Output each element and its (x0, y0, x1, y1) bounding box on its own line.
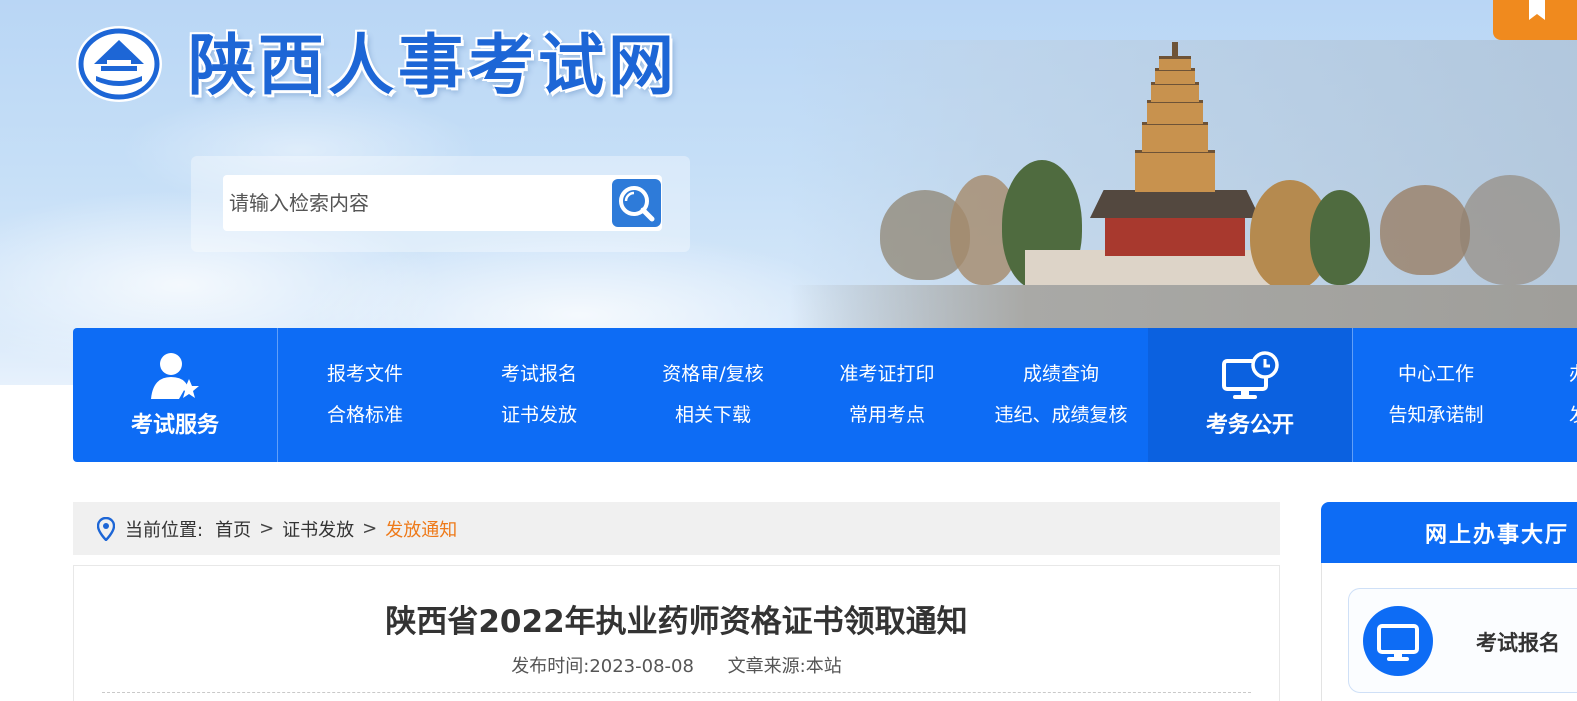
article-source: 文章来源:本站 (727, 656, 842, 677)
breadcrumb: 当前位置: 首页 > 证书发放 > 发放通知 (73, 502, 1280, 555)
site-title: 陕西人事考试网 (188, 27, 678, 104)
monitor-icon (1363, 606, 1433, 676)
location-pin-icon (97, 516, 115, 541)
bookmark-icon (1529, 0, 1545, 20)
breadcrumb-separator: > (362, 518, 378, 539)
nav-link-exam-registration[interactable]: 考试报名 (501, 362, 577, 386)
article-title: 陕西省2022年执业药师资格证书领取通知 (385, 604, 968, 640)
nav-exam-affairs[interactable]: 考务公开 (1148, 328, 1352, 462)
nav-link-commitment-system[interactable]: 告知承诺制 (1388, 403, 1483, 427)
search-button[interactable] (612, 179, 661, 227)
main-navigation: 考试服务 报考文件 考试报名 资格审/复核 准考证打印 成绩查询 合格标准 证书… (73, 328, 1577, 462)
nav-exam-services[interactable]: 考试服务 (73, 328, 277, 462)
nav-link-exam-sites[interactable]: 常用考点 (849, 403, 925, 427)
nav-link-exam-documents[interactable]: 报考文件 (327, 362, 403, 386)
nav-link-partial-1[interactable]: 办 (1569, 362, 1577, 386)
nav-link-admission-ticket[interactable]: 准考证打印 (839, 362, 934, 386)
nav-link-qualification-review[interactable]: 资格审/复核 (662, 362, 763, 386)
nav-link-partial-2[interactable]: 发 (1569, 403, 1577, 427)
breadcrumb-certificate-issuance[interactable]: 证书发放 (282, 516, 354, 542)
nav-link-certificate-issuance[interactable]: 证书发放 (501, 403, 577, 427)
sidebar-card-label: 考试报名 (1476, 631, 1560, 655)
nav-link-center-work[interactable]: 中心工作 (1398, 362, 1474, 386)
nav-link-pass-standard[interactable]: 合格标准 (327, 403, 403, 427)
breadcrumb-separator: > (259, 518, 275, 539)
nav-exam-affairs-label: 考务公开 (1205, 413, 1294, 438)
publish-date: 发布时间:2023-08-08 (511, 656, 694, 677)
search-input[interactable] (223, 175, 662, 231)
nav-exam-services-label: 考试服务 (130, 413, 219, 438)
article-container: 陕西省2022年执业药师资格证书领取通知 发布时间:2023-08-08 文章来… (73, 565, 1280, 701)
bookmark-tab[interactable] (1493, 0, 1577, 40)
big-wild-goose-pagoda-image (790, 40, 1577, 330)
breadcrumb-prefix: 当前位置: (125, 519, 204, 541)
sidebar-title: 网上办事大厅 (1321, 502, 1577, 563)
breadcrumb-home[interactable]: 首页 (215, 516, 251, 542)
breadcrumb-current: 发放通知 (385, 519, 458, 541)
magnifier-icon (619, 186, 655, 222)
user-star-icon (151, 353, 199, 399)
sidebar-card-exam-registration[interactable]: 考试报名 (1348, 588, 1577, 693)
nav-link-downloads[interactable]: 相关下载 (675, 403, 751, 427)
article-meta: 发布时间:2023-08-08 文章来源:本站 (74, 652, 1279, 678)
divider (102, 692, 1251, 693)
nav-link-violation-review[interactable]: 违纪、成绩复核 (994, 403, 1127, 427)
monitor-clock-icon (1222, 351, 1279, 399)
nav-link-score-query[interactable]: 成绩查询 (1023, 362, 1099, 386)
pavilion-logo-icon (76, 26, 162, 102)
